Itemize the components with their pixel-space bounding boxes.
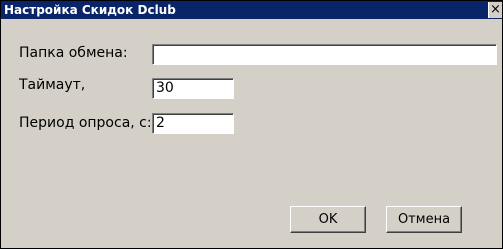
exchange-folder-label: Папка обмена: — [19, 45, 128, 61]
settings-dialog: Настройка Скидок Dclub × Папка обмена: Т… — [0, 0, 503, 249]
window-title: Настройка Скидок Dclub — [4, 3, 176, 17]
cancel-button[interactable]: Отмена — [386, 206, 462, 233]
close-icon[interactable]: × — [488, 2, 502, 18]
exchange-folder-input[interactable] — [152, 44, 497, 65]
ok-button[interactable]: OK — [290, 206, 366, 233]
poll-period-input[interactable]: 2 — [152, 113, 234, 134]
poll-period-label: Период опроса, с: — [19, 115, 152, 131]
timeout-input[interactable]: 30 — [152, 78, 234, 99]
timeout-label: Таймаут, — [19, 77, 86, 93]
title-bar[interactable]: Настройка Скидок Dclub × — [1, 1, 502, 19]
